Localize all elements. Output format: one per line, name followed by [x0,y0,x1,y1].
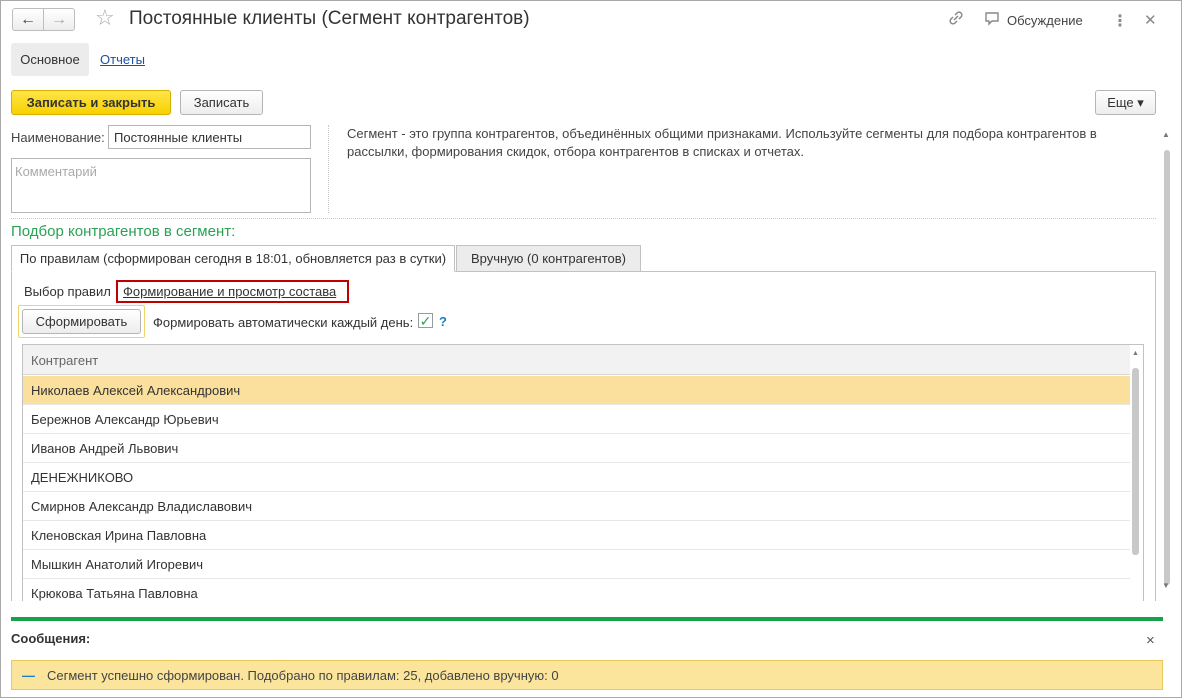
arrow-right-icon: → [51,10,67,28]
comment-input[interactable]: Комментарий [11,158,311,213]
messages-title: Сообщения: [11,631,91,646]
scroll-thumb[interactable] [1164,150,1170,585]
table-row[interactable]: Мышкин Анатолий Игоревич [23,550,1130,579]
horizontal-divider [11,218,1156,219]
save-button[interactable]: Записать [180,90,263,115]
table-scrollbar[interactable]: ▲ [1130,345,1141,601]
tab-manual[interactable]: Вручную (0 контрагентов) [456,245,641,272]
messages-divider [11,617,1163,621]
table-row[interactable]: Иванов Андрей Львович [23,434,1130,463]
tab-by-rules[interactable]: По правилам (сформирован сегодня в 18:01… [11,245,455,272]
column-header-counterparty[interactable]: Контрагент [23,345,1130,375]
vertical-divider [328,125,329,213]
forward-button[interactable]: → [43,8,75,31]
discussion-label[interactable]: Обсуждение [1007,13,1083,28]
more-actions-icon[interactable]: ⋮ [1112,11,1128,31]
table-body: Николаев Алексей Александрович Бережнов А… [23,376,1130,601]
table-row[interactable]: Крюкова Татьяна Павловна [23,579,1130,601]
tab-main[interactable]: Основное [11,43,89,76]
arrow-left-icon: ← [20,10,36,28]
segment-description: Сегмент - это группа контрагентов, объед… [347,126,1097,159]
form-scrollbar[interactable]: ▲ ▼ [1162,130,1174,590]
back-button[interactable]: ← [12,8,44,31]
section-title: Подбор контрагентов в сегмент: [11,223,236,240]
name-input[interactable]: Постоянные клиенты [108,125,311,149]
link-icon[interactable] [948,10,964,31]
close-messages-icon[interactable]: × [1146,632,1155,649]
table-row[interactable]: ДЕНЕЖНИКОВО [23,463,1130,492]
more-button[interactable]: Еще ▾ [1095,90,1156,115]
message-item[interactable]: — Сегмент успешно сформирован. Подобрано… [11,660,1163,690]
discussion-icon[interactable] [984,10,1000,31]
table-row[interactable]: Кленовская Ирина Павловна [23,521,1130,550]
star-icon[interactable]: ☆ [95,5,115,31]
table-row[interactable]: Николаев Алексей Александрович [23,376,1130,405]
counterparty-table: Контрагент Николаев Алексей Александрови… [22,344,1144,601]
form-window: ← → ☆ Постоянные клиенты (Сегмент контра… [0,0,1182,698]
scroll-up-icon[interactable]: ▲ [1132,350,1139,357]
save-and-close-button[interactable]: Записать и закрыть [11,90,171,115]
scroll-up-icon[interactable]: ▲ [1162,130,1170,139]
auto-form-label: Формировать автоматически каждый день: [153,315,414,330]
scroll-down-icon[interactable]: ▼ [1162,581,1170,590]
scroll-thumb[interactable] [1132,368,1139,555]
table-row[interactable]: Смирнов Александр Владиславович [23,492,1130,521]
message-bullet-icon: — [22,667,35,683]
help-icon[interactable]: ? [439,314,447,329]
form-and-view-link-text[interactable]: Формирование и просмотр состава [123,284,336,299]
close-icon[interactable]: ✕ [1144,11,1157,29]
message-text: Сегмент успешно сформирован. Подобрано п… [47,667,559,683]
name-label: Наименование: [11,130,105,145]
form-segment-button[interactable]: Сформировать [22,309,141,334]
page-title: Постоянные клиенты (Сегмент контрагентов… [129,8,530,29]
auto-form-checkbox[interactable]: ✓ [418,313,433,328]
rules-label: Выбор правил [24,284,111,299]
form-and-view-link[interactable]: Формирование и просмотр состава [116,280,349,303]
checkmark-icon: ✓ [419,312,432,329]
tab-reports[interactable]: Отчеты [100,52,145,67]
table-row[interactable]: Бережнов Александр Юрьевич [23,405,1130,434]
